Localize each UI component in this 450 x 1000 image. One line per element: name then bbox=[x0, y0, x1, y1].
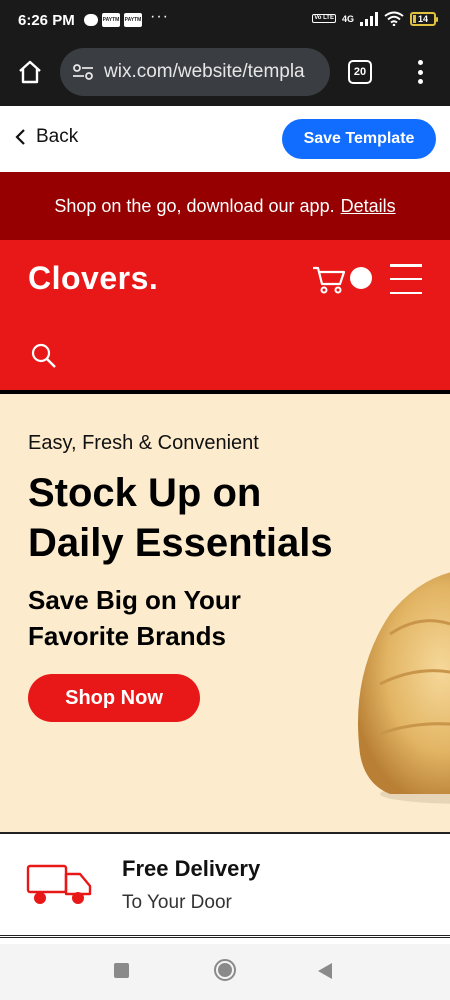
signal-icon bbox=[360, 11, 378, 26]
system-nav-bar bbox=[0, 944, 450, 1000]
address-bar[interactable]: wix.com/website/templa bbox=[60, 48, 330, 96]
status-bar: 6:26 PM PAYTM PAYTM ··· Vo LTE 4G 14 bbox=[0, 0, 450, 42]
search-icon[interactable] bbox=[30, 342, 58, 370]
back-button[interactable]: Back bbox=[14, 126, 78, 148]
recent-apps-button[interactable] bbox=[114, 963, 129, 978]
site-header: Clovers. bbox=[0, 240, 450, 390]
status-indicators: Vo LTE 4G 14 bbox=[312, 11, 438, 26]
bread-image bbox=[358, 572, 450, 804]
network-type: 4G bbox=[341, 13, 354, 24]
notification-icons: PAYTM PAYTM bbox=[84, 13, 142, 27]
battery-percent: 14 bbox=[417, 13, 428, 24]
feature-title: Free Delivery bbox=[122, 856, 261, 881]
hamburger-menu-icon[interactable] bbox=[390, 264, 422, 294]
volte-icon: Vo LTE bbox=[312, 14, 336, 23]
site-logo[interactable]: Clovers. bbox=[28, 260, 158, 297]
hero-title: Stock Up on Daily Essentials bbox=[28, 468, 333, 568]
hero-title-line: Stock Up on bbox=[28, 471, 262, 515]
paytm-notification-icon: PAYTM bbox=[124, 13, 142, 27]
save-template-button[interactable]: Save Template bbox=[282, 119, 436, 159]
feature-free-delivery: Free Delivery To Your Door bbox=[0, 832, 450, 938]
battery-icon: 14 bbox=[410, 11, 438, 26]
system-home-button[interactable] bbox=[214, 959, 236, 981]
system-back-button[interactable] bbox=[318, 963, 332, 979]
paytm-notification-icon: PAYTM bbox=[102, 13, 120, 27]
announcement-bar: Shop on the go, download our app. Detail… bbox=[0, 172, 450, 240]
cart-icon[interactable] bbox=[312, 264, 346, 294]
home-button[interactable] bbox=[14, 56, 46, 88]
browser-toolbar: wix.com/website/templa 20 bbox=[0, 42, 450, 106]
status-time: 6:26 PM bbox=[18, 12, 75, 29]
url-text: wix.com/website/templa bbox=[104, 61, 305, 82]
hero-subtitle-line: Favorite Brands bbox=[28, 621, 226, 651]
feature-subtitle: To Your Door bbox=[122, 892, 232, 913]
hero-subtitle: Save Big on Your Favorite Brands bbox=[28, 582, 241, 654]
hero-title-line: Daily Essentials bbox=[28, 521, 333, 565]
home-icon bbox=[19, 60, 41, 84]
hero-tagline: Easy, Fresh & Convenient bbox=[28, 432, 259, 454]
site-settings-icon[interactable] bbox=[72, 63, 94, 81]
details-link[interactable]: Details bbox=[341, 196, 396, 217]
more-vert-icon[interactable] bbox=[410, 58, 430, 86]
chevron-left-icon bbox=[15, 129, 25, 145]
tab-switcher-button[interactable]: 20 bbox=[348, 60, 372, 84]
truck-icon bbox=[26, 864, 92, 904]
shop-now-button[interactable]: Shop Now bbox=[28, 674, 200, 722]
hero-section: Easy, Fresh & Convenient Stock Up on Dai… bbox=[0, 394, 450, 832]
back-label: Back bbox=[36, 126, 79, 147]
announcement-text: Shop on the go, download our app. bbox=[54, 195, 335, 216]
more-notifications-icon: ··· bbox=[150, 8, 169, 25]
template-editor-bar: Back Save Template bbox=[0, 106, 450, 172]
wifi-icon bbox=[384, 11, 404, 26]
hero-subtitle-line: Save Big on Your bbox=[28, 585, 241, 615]
cart-count-badge bbox=[350, 267, 372, 289]
chat-notification-icon bbox=[84, 14, 98, 26]
